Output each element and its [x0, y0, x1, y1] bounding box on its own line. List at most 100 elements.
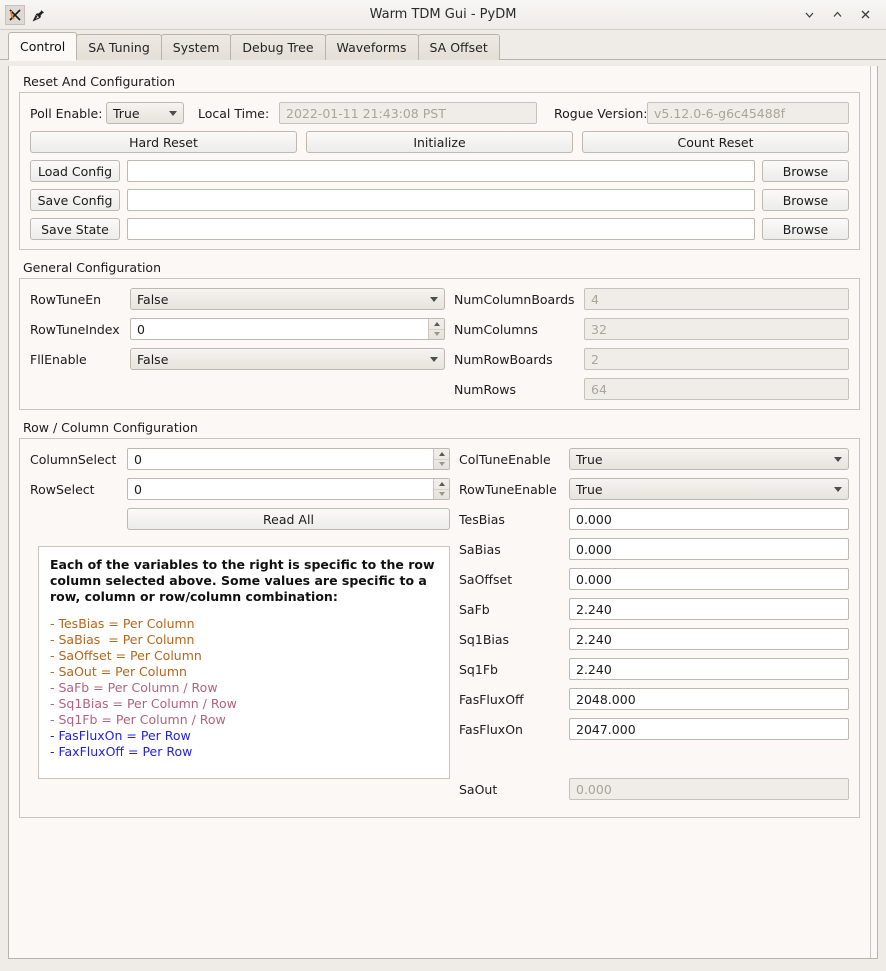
spinbox-buttons[interactable] — [428, 319, 444, 339]
row-column-configuration-frame: ColumnSelect 0 RowSelect 0 Read All Each… — [19, 438, 860, 818]
tesbias-label: TesBias — [459, 511, 505, 527]
rowselect-label: RowSelect — [30, 481, 95, 497]
close-icon[interactable] — [852, 3, 878, 27]
info-heading: Each of the variables to the right is sp… — [50, 557, 435, 604]
sq1fb-row: Sq1Fb 2.240 — [459, 658, 849, 680]
save-state-row: Save State Browse — [30, 218, 849, 240]
safb-input[interactable]: 2.240 — [569, 598, 849, 620]
spinbox-buttons[interactable] — [433, 479, 449, 499]
rowtuneindex-row: RowTuneIndex 0 — [30, 318, 445, 340]
left-column-spacer — [30, 378, 445, 400]
sq1fb-input[interactable]: 2.240 — [569, 658, 849, 680]
row-column-configuration-group: Row / Column Configuration ColumnSelect … — [19, 420, 860, 818]
numrowboards-display: 2 — [584, 348, 849, 370]
fasfluxon-input[interactable]: 2047.000 — [569, 718, 849, 740]
saout-row: SaOut 0.000 — [459, 778, 849, 800]
tab-label: Debug Tree — [242, 40, 314, 55]
rowtuneenable-label: RowTuneEnable — [459, 481, 557, 497]
sabias-row: SaBias 0.000 — [459, 538, 849, 560]
safb-label: SaFb — [459, 601, 490, 617]
pushpin-icon[interactable] — [31, 7, 47, 23]
chevron-down-icon — [834, 486, 842, 492]
spinner-down-icon[interactable] — [429, 330, 444, 340]
fllenable-combo[interactable]: False — [130, 348, 445, 370]
sabias-label: SaBias — [459, 541, 501, 557]
initialize-button[interactable]: Initialize — [306, 131, 573, 153]
sq1bias-input[interactable]: 2.240 — [569, 628, 849, 650]
rowtuneindex-spinbox[interactable]: 0 — [130, 318, 445, 340]
reset-and-configuration-frame: Poll Enable: True Local Time: 2022-01-11… — [19, 92, 860, 250]
local-time-label: Local Time: — [198, 105, 270, 121]
hard-reset-button[interactable]: Hard Reset — [30, 131, 297, 153]
load-config-button[interactable]: Load Config — [30, 160, 120, 182]
rowselect-value: 0 — [134, 481, 142, 497]
columnselect-label: ColumnSelect — [30, 451, 117, 467]
tab-debug-tree[interactable]: Debug Tree — [230, 34, 326, 60]
load-config-input[interactable] — [127, 160, 755, 182]
fllenable-value: False — [137, 351, 169, 367]
tab-waveforms[interactable]: Waveforms — [324, 34, 419, 60]
tab-sa-offset[interactable]: SA Offset — [417, 34, 500, 60]
spinner-down-icon[interactable] — [434, 460, 449, 470]
spinner-up-icon[interactable] — [434, 449, 449, 460]
rowtuneenable-value: True — [576, 481, 603, 497]
general-configuration-group: General Configuration RowTuneEn False Ro… — [19, 260, 860, 410]
rowtuneenable-combo[interactable]: True — [569, 478, 849, 500]
tab-control[interactable]: Control — [8, 32, 78, 61]
row-column-right-column: ColTuneEnable True RowTuneEnable True Te… — [450, 448, 849, 808]
info-line-sq1fb: - Sq1Fb = Per Column / Row — [50, 712, 226, 727]
save-state-button[interactable]: Save State — [30, 218, 120, 240]
tab-sa-tuning[interactable]: SA Tuning — [76, 34, 162, 60]
columnselect-value: 0 — [134, 451, 142, 467]
save-config-row: Save Config Browse — [30, 189, 849, 211]
chevron-down-icon[interactable] — [796, 3, 822, 27]
numcolumns-row: NumColumns 32 — [454, 318, 849, 340]
saout-label: SaOut — [459, 781, 498, 797]
columnselect-spinbox[interactable]: 0 — [127, 448, 450, 470]
numrowboards-label: NumRowBoards — [454, 351, 553, 367]
chevron-up-icon[interactable] — [824, 3, 850, 27]
tab-label: Control — [20, 39, 66, 54]
poll-enable-value: True — [113, 105, 140, 121]
chevron-down-icon — [430, 356, 438, 362]
chevron-down-icon — [834, 456, 842, 462]
save-config-browse-button[interactable]: Browse — [762, 189, 849, 211]
load-config-browse-button[interactable]: Browse — [762, 160, 849, 182]
poll-enable-combo[interactable]: True — [106, 102, 184, 124]
chevron-down-icon — [430, 296, 438, 302]
saoffset-input[interactable]: 0.000 — [569, 568, 849, 590]
info-line-safb: - SaFb = Per Column / Row — [50, 680, 218, 695]
general-config-left-column: RowTuneEn False RowTuneIndex 0 FllEnable… — [30, 288, 445, 400]
sabias-input[interactable]: 0.000 — [569, 538, 849, 560]
numcolumns-display: 32 — [584, 318, 849, 340]
general-config-right-column: NumColumnBoards 4 NumColumns 32 NumRowBo… — [445, 288, 849, 400]
read-all-button[interactable]: Read All — [127, 508, 450, 530]
save-state-input[interactable] — [127, 218, 755, 240]
info-line-sabias: - SaBias = Per Column — [50, 632, 195, 647]
sq1bias-label: Sq1Bias — [459, 631, 510, 647]
x-logo-icon[interactable] — [5, 4, 25, 25]
fllenable-row: FllEnable False — [30, 348, 445, 370]
tesbias-input[interactable]: 0.000 — [569, 508, 849, 530]
spinner-down-icon[interactable] — [434, 490, 449, 500]
group-title: Row / Column Configuration — [23, 420, 198, 435]
save-state-browse-button[interactable]: Browse — [762, 218, 849, 240]
safb-row: SaFb 2.240 — [459, 598, 849, 620]
info-line-tesbias: - TesBias = Per Column — [50, 616, 195, 631]
save-config-button[interactable]: Save Config — [30, 189, 120, 211]
general-configuration-frame: RowTuneEn False RowTuneIndex 0 FllEnable… — [19, 278, 860, 410]
rowtuneen-combo[interactable]: False — [130, 288, 445, 310]
rowselect-spinbox[interactable]: 0 — [127, 478, 450, 500]
spinbox-buttons[interactable] — [433, 449, 449, 469]
spinner-up-icon[interactable] — [434, 479, 449, 490]
coltuneenable-value: True — [576, 451, 603, 467]
tab-system[interactable]: System — [160, 34, 232, 60]
numcolumnboards-label: NumColumnBoards — [454, 291, 575, 307]
coltuneenable-combo[interactable]: True — [569, 448, 849, 470]
rogue-version-label: Rogue Version: — [554, 105, 648, 121]
spinner-up-icon[interactable] — [429, 319, 444, 330]
count-reset-button[interactable]: Count Reset — [582, 131, 849, 153]
fasfluxoff-input[interactable]: 2048.000 — [569, 688, 849, 710]
fllenable-label: FllEnable — [30, 351, 87, 367]
save-config-input[interactable] — [127, 189, 755, 211]
